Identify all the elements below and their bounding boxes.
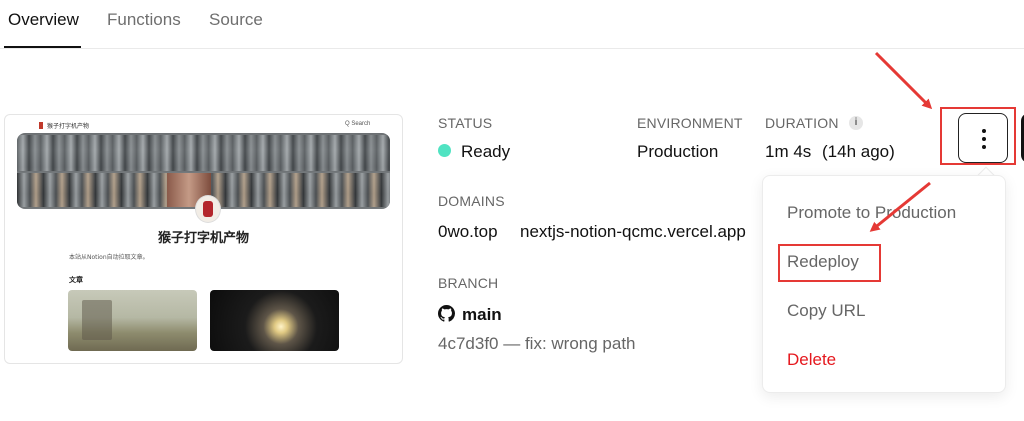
preview-site-name: 猴子打字机产物 <box>47 124 90 130</box>
deployment-preview[interactable]: 猴子打字机产物 Q Search 猴子打字机产物 本站从Notion自动拉取文章… <box>4 114 403 364</box>
preview-search: Q Search <box>345 121 371 127</box>
duration-label: DURATION <box>765 115 839 131</box>
domain-link[interactable]: 0wo.top <box>438 222 498 242</box>
status-value: Ready <box>461 142 511 161</box>
tab-bar: Overview Functions Source <box>0 0 1024 49</box>
preview-article-image-launch <box>210 290 339 351</box>
preview-section-label: 文章 <box>69 276 83 284</box>
duration-value: 1m 4s <box>765 142 812 161</box>
preview-subtitle: 本站从Notion自动拉取文章。 <box>69 254 149 261</box>
preview-logo-icon <box>39 122 43 129</box>
menu-item-delete[interactable]: Delete <box>787 350 836 370</box>
more-dot-icon <box>982 129 986 133</box>
status-dot-icon <box>438 144 451 157</box>
tab-source[interactable]: Source <box>209 10 263 30</box>
annotation-box-redeploy <box>778 244 881 282</box>
branch-label: BRANCH <box>438 275 499 291</box>
environment-value: Production <box>637 142 719 161</box>
preview-navbar: 猴子打字机产物 Q Search <box>5 115 402 135</box>
tab-functions[interactable]: Functions <box>107 10 181 30</box>
commit-message[interactable]: 4c7d3f0 — fix: wrong path <box>438 334 636 354</box>
preview-article-image-winter <box>68 290 197 351</box>
menu-item-promote-to-production[interactable]: Promote to Production <box>787 203 956 223</box>
more-dot-icon <box>982 137 986 141</box>
status-label: STATUS <box>438 115 493 131</box>
active-tab-indicator <box>4 46 81 48</box>
environment-label: ENVIRONMENT <box>637 115 743 131</box>
more-dot-icon <box>982 145 986 149</box>
tab-overview[interactable]: Overview <box>8 10 79 30</box>
duration-ago: (14h ago) <box>822 142 895 161</box>
more-actions-button[interactable] <box>958 113 1008 163</box>
domain-link-clip: nextjs-notion-qcmc.vercel.app <box>520 222 762 246</box>
menu-item-copy-url[interactable]: Copy URL <box>787 301 865 321</box>
domains-label: DOMAINS <box>438 193 505 209</box>
arrow-to-more-button <box>874 51 933 110</box>
domain-link-vercel[interactable]: nextjs-notion-qcmc.vercel.app <box>520 222 746 242</box>
preview-title: 猴子打字机产物 <box>157 231 249 246</box>
info-icon[interactable]: i <box>849 116 863 130</box>
preview-spool-core <box>203 201 213 217</box>
branch-name[interactable]: main <box>462 305 502 325</box>
github-icon <box>438 305 455 322</box>
